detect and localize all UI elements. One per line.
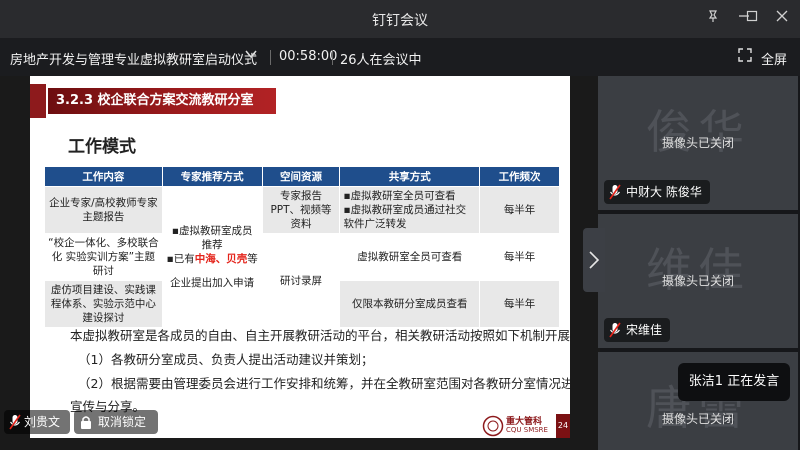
table-header: 共享方式: [339, 166, 481, 187]
slide-accent-bar: [30, 84, 46, 118]
table-cell-text: ▪已有: [166, 253, 195, 265]
table-row: “校企一体化、多校联合化 实验实训方案”主题研讨 研讨录屏 虚拟教研室全员可查看…: [44, 233, 560, 328]
mic-muted-icon: [609, 322, 621, 338]
unlock-label: 取消锁定: [98, 415, 147, 429]
maximize-icon[interactable]: [743, 9, 761, 27]
lock-icon: [81, 416, 91, 429]
table-cell: 每半年: [479, 186, 560, 234]
table-cell-text: ▪虚拟教研室成员通过社交软件广泛转发: [343, 204, 467, 230]
table-cell: 虚拟教研室全员可查看: [339, 233, 481, 281]
participant-name: 中财大 陈俊华: [626, 185, 702, 199]
panel-toggle-button[interactable]: [583, 228, 605, 292]
camera-off-status: 摄像头已关闭: [661, 274, 734, 288]
slide-paragraph: （2）根据需要由管理委员会进行工作安排和统筹，并在全教研室范围对各教研分室情况进…: [78, 376, 570, 391]
table-header: 空间资源: [261, 166, 341, 187]
table-header-row: 工作内容 专家推荐方式 空间资源 共享方式 工作频次: [44, 166, 560, 187]
participant-video-tile[interactable]: 俊华 摄像头已关闭 中财大 陈俊华: [598, 76, 798, 210]
fullscreen-button[interactable]: 全屏: [761, 49, 787, 68]
seal-icon: [482, 415, 504, 437]
presenter-tag: 刘贵文: [4, 410, 70, 434]
page-number: 24: [556, 414, 570, 438]
title-bar: 钉钉会议: [0, 0, 800, 38]
participant-name-tag: 中财大 陈俊华: [604, 180, 710, 204]
slide-subtitle: 工作模式: [68, 137, 136, 157]
table-cell-text: 等: [247, 253, 258, 265]
table-cell: ▪虚拟教研室全员可查看 ▪虚拟教研室成员通过社交软件广泛转发: [339, 186, 481, 234]
camera-off-status: 摄像头已关闭: [661, 412, 734, 426]
mic-muted-icon: [9, 414, 21, 430]
table-header: 专家推荐方式: [161, 166, 263, 187]
table-header: 工作内容: [44, 166, 163, 187]
fullscreen-icon[interactable]: [738, 48, 752, 66]
active-speaker-toast: 张洁1 正在发言: [678, 363, 790, 401]
table-cell: 研讨录屏: [261, 233, 341, 328]
university-logo: 重大管科 CQU SMSRE 24: [482, 414, 570, 438]
participant-count[interactable]: 26人在会议中: [340, 49, 422, 68]
pin-icon[interactable]: [704, 9, 722, 27]
window-title: 钉钉会议: [372, 13, 428, 29]
highlight-text: 中海、贝壳: [194, 253, 248, 265]
name-watermark: 维佳: [646, 243, 750, 297]
shared-slide: 3.2.3 校企联合方案交流教研分室 工作模式 工作内容 专家推荐方式 空间资源…: [30, 76, 570, 438]
meeting-name: 房地产开发与管理专业虚拟教研室启动仪式: [10, 53, 258, 68]
table-cell: “校企一体化、多校联合化 实验实训方案”主题研讨: [44, 233, 163, 281]
camera-off-status: 摄像头已关闭: [661, 136, 734, 150]
table-cell-text: ▪虚拟教研室全员可查看: [343, 190, 456, 202]
chevron-down-icon[interactable]: [244, 47, 258, 65]
table-cell: 每半年: [479, 233, 560, 281]
table-cell-text: ▪已有中海、贝壳等: [166, 252, 259, 266]
chevron-right-icon: [589, 251, 600, 269]
close-icon[interactable]: [773, 9, 791, 27]
participant-name: 宋维佳: [626, 323, 663, 337]
table-cell: 仅限本教研分室成员查看: [339, 280, 481, 328]
table-row: 企业专家/高校教师专家主题报告 ▪虚拟教研室成员 推荐 ▪已有中海、贝壳等 企业…: [44, 186, 560, 328]
participant-name-tag: 宋维佳: [604, 318, 671, 342]
mic-muted-icon: [609, 184, 621, 200]
table-cell-text: 推荐: [201, 239, 223, 251]
logo-subtext: CQU SMSRE: [506, 426, 548, 434]
table-cell: ▪虚拟教研室成员 推荐 ▪已有中海、贝壳等 企业提出加入申请: [161, 186, 263, 328]
work-mode-table: 工作内容 专家推荐方式 空间资源 共享方式 工作频次 企业专家/高校教师专家主题…: [44, 166, 560, 328]
table-cell-text: 企业提出加入申请: [170, 277, 255, 289]
slide-section-title: 3.2.3 校企联合方案交流教研分室: [48, 88, 276, 114]
presenter-name: 刘贵文: [24, 415, 61, 429]
slide-paragraph: （1）各教研分室成员、负责人提出活动建议并策划；: [78, 352, 374, 367]
slide-paragraph: 本虚拟教研室是各成员的自由、自主开展教研活动的平台，相关教研活动按照如下机制开展…: [70, 328, 570, 343]
table-cell: 虚仿项目建设、实践课程体系、实验示范中心建设探讨: [44, 280, 163, 328]
name-watermark: 俊华: [646, 105, 750, 159]
table-cell: 企业专家/高校教师专家主题报告: [44, 186, 163, 234]
unlock-button[interactable]: 取消锁定: [74, 410, 158, 434]
table-cell: 每半年: [479, 280, 560, 328]
table-header: 工作频次: [479, 166, 560, 187]
meeting-timer: 00:58:00: [279, 49, 338, 64]
table-cell: 专家报告PPT、视频等资料: [261, 186, 341, 234]
participant-video-tile[interactable]: 维佳 摄像头已关闭 宋维佳: [598, 214, 798, 348]
meeting-info-bar: 房地产开发与管理专业虚拟教研室启动仪式 00:58:00 26人在会议中 全屏: [0, 38, 800, 76]
table-cell-text: ▪虚拟教研室成员: [171, 225, 253, 237]
